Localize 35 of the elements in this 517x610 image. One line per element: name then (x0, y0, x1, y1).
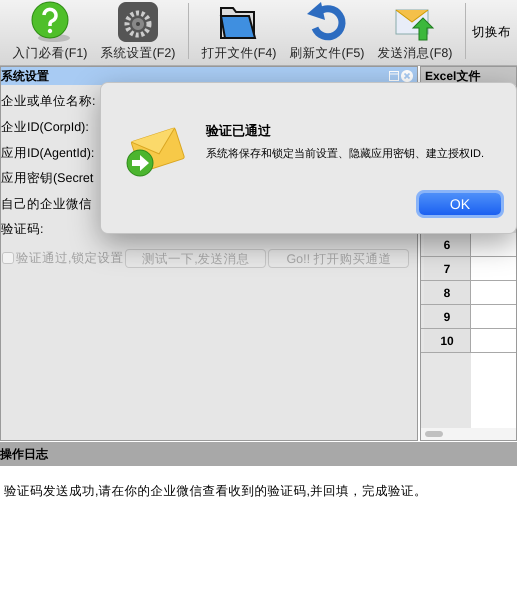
field-label: 企业ID(CorpId): (1, 119, 89, 136)
table-cell[interactable] (471, 233, 516, 256)
checkbox-label: 验证通过,锁定设置 (16, 250, 124, 267)
restore-icon[interactable] (389, 71, 399, 81)
row-header[interactable]: 7 (424, 257, 471, 280)
dialog-title: 验证已通过 (206, 122, 271, 140)
dialog-message: 系统将保存和锁定当前设置、隐藏应用密钥、建立授权ID. (206, 146, 484, 162)
field-label: 应用ID(AgentId): (1, 144, 94, 162)
toolbar-button[interactable]: 打开文件(F4) (195, 0, 283, 65)
row-header[interactable]: 8 (424, 281, 471, 304)
ok-button[interactable]: OK (419, 193, 501, 215)
row-header[interactable]: 9 (424, 305, 471, 328)
field-label: 应用密钥(Secret (1, 170, 94, 188)
scrollbar-thumb[interactable] (425, 431, 443, 437)
table-cell[interactable] (471, 305, 516, 328)
field-label: 企业或单位名称: (1, 93, 96, 110)
toolbar-label[interactable]: 切换布 (472, 23, 511, 42)
panel-title: 操作日志 (0, 446, 48, 463)
panel-title: Excel文件 (425, 68, 480, 85)
toolbar-button[interactable]: 发送消息(F8) (371, 0, 459, 65)
toolbar-button[interactable]: 刷新文件(F5) (283, 0, 371, 65)
table-cell[interactable] (471, 329, 516, 352)
gear-icon (116, 0, 160, 44)
horizontal-scrollbar[interactable] (421, 428, 516, 440)
row-header[interactable]: 10 (424, 329, 471, 352)
field-label: 自己的企业微信 (1, 196, 92, 213)
toolbar-button[interactable]: 系统设置(F2) (94, 0, 182, 65)
row-header[interactable]: 6 (424, 233, 471, 256)
table-cell[interactable] (471, 257, 516, 280)
table-cell[interactable] (471, 281, 516, 304)
toolbar-button[interactable]: 入门必看(F1) (6, 0, 94, 65)
panel-title: 系统设置 (1, 68, 49, 85)
close-icon[interactable] (401, 70, 413, 82)
log-message: 验证码发送成功,请在你的企业微信查看收到的验证码,并回填，完成验证。 (4, 483, 428, 500)
field-label: 验证码: (1, 221, 44, 238)
